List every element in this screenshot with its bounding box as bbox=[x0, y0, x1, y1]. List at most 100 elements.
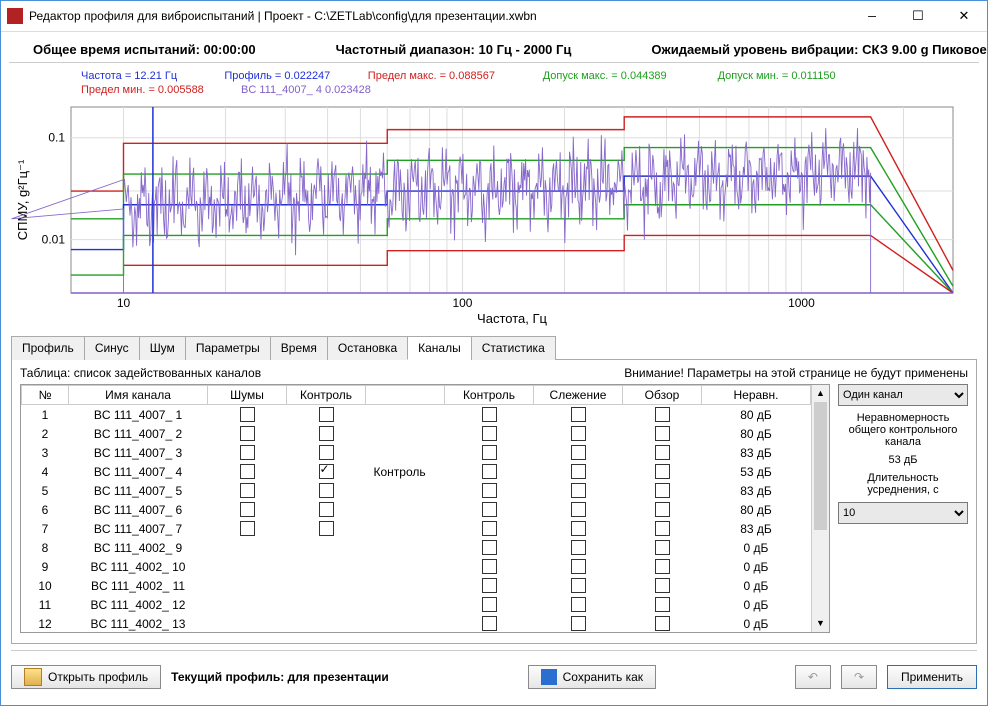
checkbox[interactable] bbox=[655, 616, 670, 631]
svg-text:Профиль = 0.022247: Профиль = 0.022247 bbox=[224, 70, 330, 82]
checkbox[interactable] bbox=[482, 521, 497, 536]
checkbox[interactable] bbox=[240, 426, 255, 441]
current-profile-label: Текущий профиль: для презентации bbox=[171, 670, 389, 684]
checkbox[interactable] bbox=[319, 407, 334, 422]
side-label-1: Неравномерность общего контрольного кана… bbox=[838, 412, 968, 448]
maximize-button[interactable]: ☐ bbox=[895, 1, 941, 31]
svg-text:Предел макс. = 0.088567: Предел макс. = 0.088567 bbox=[368, 70, 495, 82]
table-row[interactable]: 3BC 111_4007_ 383 дБ bbox=[22, 443, 811, 462]
close-button[interactable]: ✕ bbox=[941, 1, 987, 31]
svg-text:1000: 1000 bbox=[788, 296, 815, 310]
checkbox[interactable] bbox=[240, 445, 255, 460]
tab-4[interactable]: Время bbox=[270, 336, 328, 360]
checkbox[interactable] bbox=[655, 483, 670, 498]
app-window: Редактор профиля для виброиспытаний | Пр… bbox=[0, 0, 988, 706]
scroll-up-icon[interactable]: ▲ bbox=[812, 385, 829, 402]
checkbox[interactable] bbox=[482, 502, 497, 517]
checkbox[interactable] bbox=[571, 578, 586, 593]
checkbox[interactable] bbox=[319, 483, 334, 498]
checkbox[interactable] bbox=[482, 578, 497, 593]
checkbox[interactable] bbox=[655, 464, 670, 479]
redo-button[interactable]: ↷ bbox=[841, 665, 877, 689]
averaging-select[interactable]: 10 bbox=[838, 502, 968, 524]
checkbox[interactable] bbox=[655, 540, 670, 555]
checkbox[interactable] bbox=[240, 464, 255, 479]
checkbox[interactable] bbox=[319, 464, 334, 479]
svg-text:Частота = 12.21 Гц: Частота = 12.21 Гц bbox=[81, 70, 178, 82]
table-row[interactable]: 8BC 111_4002_ 90 дБ bbox=[22, 538, 811, 557]
titlebar: Редактор профиля для виброиспытаний | Пр… bbox=[1, 1, 987, 32]
tab-2[interactable]: Шум bbox=[139, 336, 186, 360]
checkbox[interactable] bbox=[571, 559, 586, 574]
checkbox[interactable] bbox=[482, 464, 497, 479]
checkbox[interactable] bbox=[571, 502, 586, 517]
save-as-button[interactable]: Сохранить как bbox=[528, 665, 656, 689]
chart-svg: 1010010000.10.01Частота, ГцСПМУ, g²Гц⁻¹Ч… bbox=[11, 67, 971, 327]
tab-1[interactable]: Синус bbox=[84, 336, 140, 360]
table-row[interactable]: 11BC 111_4002_ 120 дБ bbox=[22, 595, 811, 614]
tab-3[interactable]: Параметры bbox=[185, 336, 271, 360]
checkbox[interactable] bbox=[655, 578, 670, 593]
table-row[interactable]: 10BC 111_4002_ 110 дБ bbox=[22, 576, 811, 595]
scroll-down-icon[interactable]: ▼ bbox=[812, 615, 829, 632]
checkbox[interactable] bbox=[240, 502, 255, 517]
checkbox[interactable] bbox=[482, 426, 497, 441]
table-row[interactable]: 2BC 111_4007_ 280 дБ bbox=[22, 424, 811, 443]
checkbox[interactable] bbox=[655, 559, 670, 574]
tab-6[interactable]: Каналы bbox=[407, 336, 472, 360]
checkbox[interactable] bbox=[571, 616, 586, 631]
checkbox[interactable] bbox=[655, 597, 670, 612]
checkbox[interactable] bbox=[319, 521, 334, 536]
checkbox[interactable] bbox=[240, 521, 255, 536]
info-bar: Общее время испытаний: 00:00:00 Частотны… bbox=[9, 36, 979, 63]
table-row[interactable]: 1BC 111_4007_ 180 дБ bbox=[22, 405, 811, 425]
checkbox[interactable] bbox=[319, 445, 334, 460]
table-row[interactable]: 12BC 111_4002_ 130 дБ bbox=[22, 614, 811, 632]
checkbox[interactable] bbox=[571, 464, 586, 479]
checkbox[interactable] bbox=[655, 502, 670, 517]
checkbox[interactable] bbox=[482, 445, 497, 460]
checkbox[interactable] bbox=[655, 521, 670, 536]
checkbox[interactable] bbox=[240, 483, 255, 498]
save-icon bbox=[541, 669, 557, 685]
table-row[interactable]: 7BC 111_4007_ 783 дБ bbox=[22, 519, 811, 538]
svg-text:Предел мин. = 0.005588: Предел мин. = 0.005588 bbox=[81, 84, 204, 96]
table-row[interactable]: 9BC 111_4002_ 100 дБ bbox=[22, 557, 811, 576]
checkbox[interactable] bbox=[655, 426, 670, 441]
checkbox[interactable] bbox=[482, 597, 497, 612]
checkbox[interactable] bbox=[482, 616, 497, 631]
checkbox[interactable] bbox=[571, 407, 586, 422]
channel-mode-select[interactable]: Один канал bbox=[838, 384, 968, 406]
checkbox[interactable] bbox=[655, 407, 670, 422]
tab-5[interactable]: Остановка bbox=[327, 336, 408, 360]
info-range: Частотный диапазон: 10 Гц - 2000 Гц bbox=[336, 42, 572, 57]
checkbox[interactable] bbox=[319, 426, 334, 441]
tab-0[interactable]: Профиль bbox=[11, 336, 85, 360]
checkbox[interactable] bbox=[571, 445, 586, 460]
svg-text:СПМУ, g²Гц⁻¹: СПМУ, g²Гц⁻¹ bbox=[15, 159, 30, 240]
checkbox[interactable] bbox=[571, 597, 586, 612]
checkbox[interactable] bbox=[482, 407, 497, 422]
checkbox[interactable] bbox=[240, 407, 255, 422]
checkbox[interactable] bbox=[319, 502, 334, 517]
table-row[interactable]: 5BC 111_4007_ 583 дБ bbox=[22, 481, 811, 500]
vertical-scrollbar[interactable]: ▲ ▼ bbox=[811, 385, 829, 632]
table-row[interactable]: 6BC 111_4007_ 680 дБ bbox=[22, 500, 811, 519]
open-profile-button[interactable]: Открыть профиль bbox=[11, 665, 161, 689]
checkbox[interactable] bbox=[482, 540, 497, 555]
checkbox[interactable] bbox=[482, 559, 497, 574]
checkbox[interactable] bbox=[571, 521, 586, 536]
apply-button[interactable]: Применить bbox=[887, 665, 977, 689]
checkbox[interactable] bbox=[655, 445, 670, 460]
table-caption: Таблица: список задействованных каналов bbox=[20, 366, 261, 380]
app-icon bbox=[7, 8, 23, 24]
checkbox[interactable] bbox=[571, 540, 586, 555]
table-row[interactable]: 4BC 111_4007_ 4Контроль53 дБ bbox=[22, 462, 811, 481]
undo-button[interactable]: ↶ bbox=[795, 665, 831, 689]
minimize-button[interactable]: — bbox=[849, 1, 895, 31]
side-panel: Один канал Неравномерность общего контро… bbox=[838, 384, 968, 633]
checkbox[interactable] bbox=[571, 426, 586, 441]
checkbox[interactable] bbox=[482, 483, 497, 498]
tab-7[interactable]: Статистика bbox=[471, 336, 556, 360]
checkbox[interactable] bbox=[571, 483, 586, 498]
